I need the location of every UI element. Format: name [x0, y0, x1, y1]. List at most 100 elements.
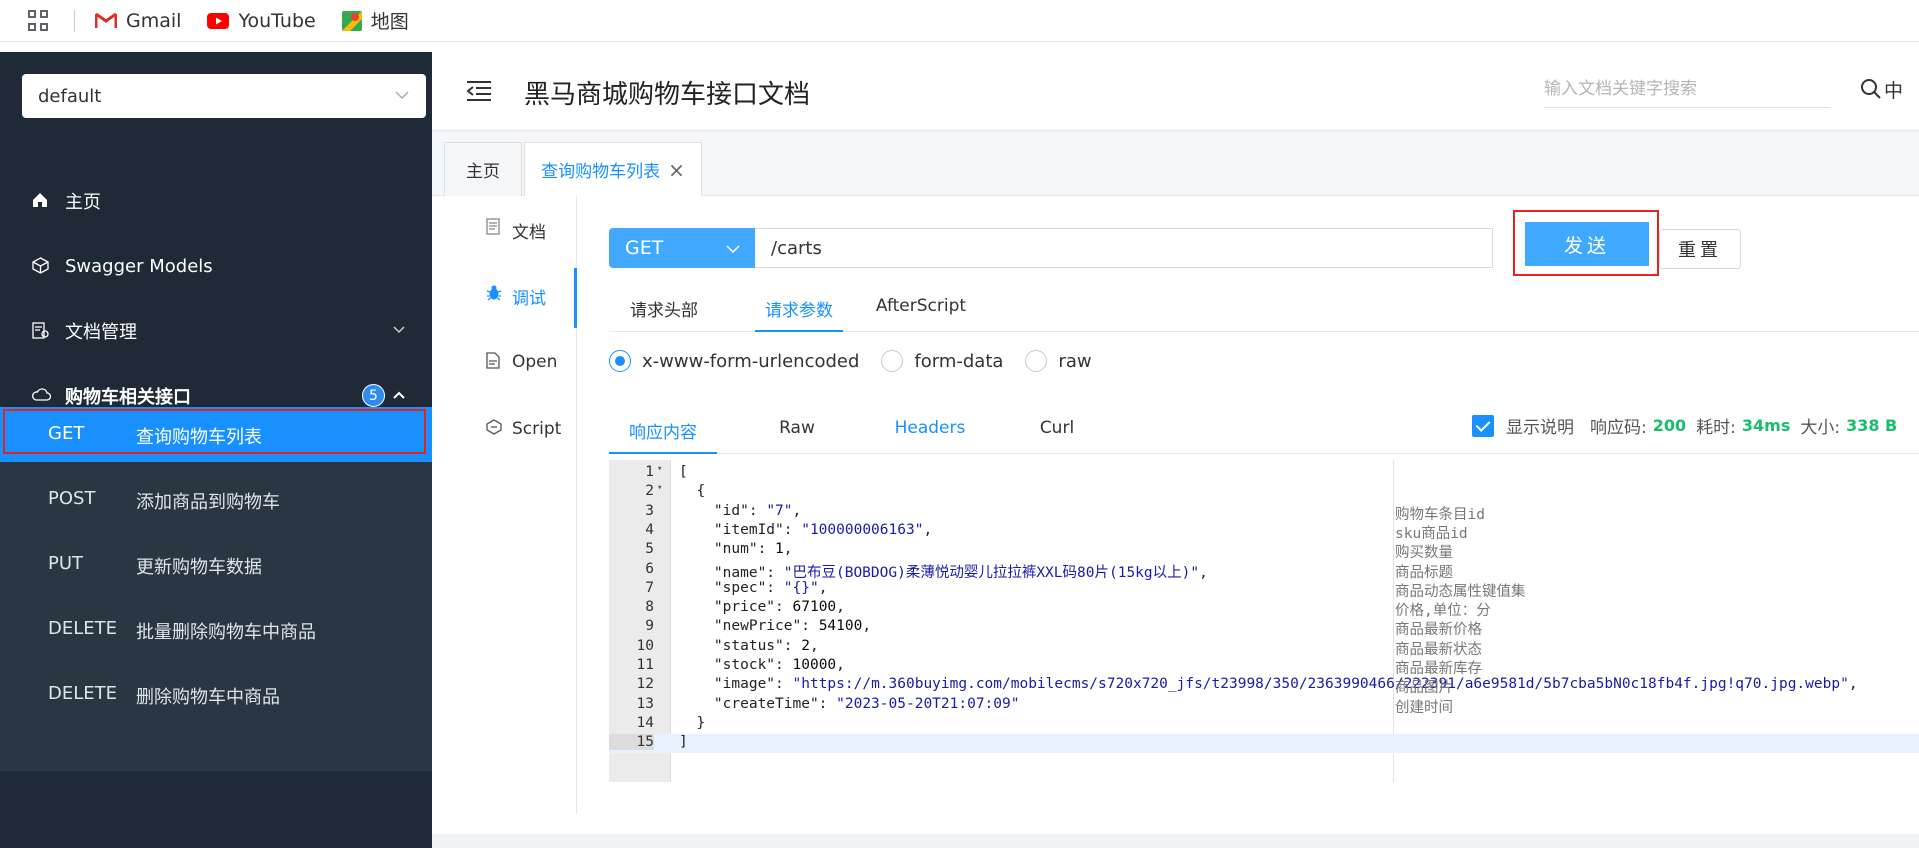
response-meta: 显示说明 响应码: 200 耗时: 34ms 大小: 338 B — [1472, 413, 1897, 438]
code-line: 10 "status": 2, — [609, 638, 1919, 657]
endpoint-item[interactable]: DELETE 删除购物车中商品 — [0, 667, 432, 722]
vnav-label: 调试 — [512, 289, 546, 309]
tab-request-headers[interactable]: 请求头部 — [609, 296, 719, 332]
tab-afterscript[interactable]: AfterScript — [867, 296, 975, 332]
content-type-radios: x-www-form-urlencoded form-data raw — [609, 346, 1114, 376]
apps-grid-icon[interactable] — [28, 9, 50, 32]
radio-label: form-data — [914, 350, 1004, 372]
send-button[interactable]: 发送 — [1525, 222, 1649, 266]
vnav-script[interactable]: Script — [432, 403, 577, 463]
endpoint-method: DELETE — [48, 618, 118, 639]
url-value: /carts — [771, 237, 822, 259]
search-input[interactable] — [1544, 72, 1824, 106]
menu-item-doc-manage[interactable]: 文档管理 — [0, 303, 432, 359]
menu-item-label: 文档管理 — [65, 322, 137, 343]
bookmarks-bar: Gmail YouTube 地图 — [0, 0, 1919, 42]
radio-circle — [881, 350, 904, 372]
tab-home[interactable]: 主页 — [444, 142, 522, 196]
chevron-up-icon — [393, 391, 405, 399]
tab-response-curl[interactable]: Curl — [1017, 418, 1097, 454]
bookmark-gmail[interactable]: Gmail — [95, 10, 181, 32]
code-line: 3 "id": "7", — [609, 503, 1919, 522]
code-line: 7 "spec": "{}", — [609, 580, 1919, 599]
radio-circle — [609, 350, 631, 372]
endpoint-name: 删除购物车中商品 — [136, 687, 280, 708]
field-description: 购买数量 — [1395, 545, 1453, 562]
bookmark-maps[interactable]: 地图 — [341, 7, 409, 34]
line-number: 1 — [645, 464, 654, 480]
code-line: 5 "num": 1, — [609, 541, 1919, 560]
vnav-doc[interactable]: 文档 — [432, 202, 577, 262]
code-icon — [486, 419, 502, 435]
bookmark-youtube[interactable]: YouTube — [207, 10, 316, 32]
endpoint-item[interactable]: PUT 更新购物车数据 — [0, 537, 432, 592]
fold-toggle-icon[interactable]: ▾ — [657, 464, 662, 474]
radio-form-data[interactable]: form-data — [881, 350, 1003, 372]
count-badge: 5 — [362, 384, 385, 407]
search-icon[interactable] — [1860, 78, 1882, 100]
endpoint-item[interactable]: POST 添加商品到购物车 — [0, 472, 432, 527]
code-text: ] — [679, 734, 688, 751]
code-text: "stock": 10000, — [679, 657, 845, 673]
code-text: "status": 2, — [679, 637, 819, 654]
tab-response-content[interactable]: 响应内容 — [609, 418, 717, 454]
url-input[interactable]: /carts — [755, 228, 1493, 268]
status-label: 响应码: — [1590, 418, 1647, 438]
line-number: 3 — [645, 502, 654, 519]
endpoint-list: GET 查询购物车列表 POST 添加商品到购物车 PUT 更新购物车数据 DE… — [0, 407, 432, 771]
line-number: 15 — [609, 734, 654, 751]
home-icon — [33, 193, 47, 207]
chevron-down-icon — [393, 326, 405, 334]
response-size: 338 B — [1846, 416, 1898, 435]
sidebar: default 主页 Swagger Models 文档管理 购物车相关接口 5… — [0, 52, 432, 848]
vnav-debug[interactable]: 调试 — [432, 268, 577, 328]
code-text: [ — [679, 464, 688, 480]
field-description: 商品最新状态 — [1395, 641, 1482, 658]
method-value: GET — [625, 237, 664, 259]
endpoint-name: 查询购物车列表 — [136, 427, 262, 448]
response-editor[interactable]: 1 ▾[2 ▾ {3 "id": "7", 购物车条目id 4 "itemId": "1… — [609, 460, 1919, 782]
youtube-icon — [207, 12, 230, 29]
tab-response-raw[interactable]: Raw — [757, 418, 837, 454]
line-number: 7 — [645, 579, 654, 596]
radio-label: raw — [1058, 350, 1092, 372]
endpoint-item[interactable]: DELETE 批量删除购物车中商品 — [0, 602, 432, 657]
line-number: 9 — [645, 618, 654, 635]
language-switch[interactable]: 中 — [1884, 76, 1903, 103]
field-description: 价格,单位：分 — [1395, 603, 1491, 620]
vnav-label: 文档 — [512, 223, 546, 243]
field-description: 商品最新价格 — [1395, 622, 1482, 639]
tab-request-params[interactable]: 请求参数 — [755, 296, 843, 332]
close-icon[interactable]: × — [668, 158, 685, 182]
method-select[interactable]: GET — [609, 228, 755, 268]
radio-raw[interactable]: raw — [1025, 350, 1092, 372]
radio-urlencoded[interactable]: x-www-form-urlencoded — [609, 350, 859, 372]
vnav-open[interactable]: Open — [432, 336, 577, 396]
show-desc-checkbox[interactable] — [1472, 414, 1494, 437]
tab-response-headers[interactable]: Headers — [875, 418, 985, 454]
code-line: 6 "name": "巴布豆(BOBDOG)柔薄悦动婴儿拉拉裤XXL码80片(1… — [609, 560, 1919, 581]
menu-item-swagger-models[interactable]: Swagger Models — [0, 238, 432, 294]
tab-query-cart-list[interactable]: 查询购物车列表 × — [524, 142, 702, 196]
group-select[interactable]: default — [22, 74, 426, 118]
line-number: 6 — [645, 560, 654, 577]
endpoint-name: 添加商品到购物车 — [136, 492, 280, 513]
line-number: 14 — [636, 714, 654, 731]
field-description: sku商品id — [1395, 525, 1468, 542]
menu-fold-icon[interactable] — [466, 80, 492, 102]
line-number: 4 — [645, 521, 654, 538]
reset-button[interactable]: 重置 — [1659, 229, 1741, 269]
group-select-value: default — [38, 85, 102, 107]
code-text: } — [679, 714, 706, 731]
gmail-icon — [95, 12, 117, 28]
status-code: 200 — [1652, 416, 1687, 435]
maps-icon — [341, 10, 362, 31]
endpoint-method: DELETE — [48, 683, 118, 704]
tab-label: 主页 — [466, 162, 500, 182]
code-line: 15] — [609, 734, 1919, 754]
endpoint-item[interactable]: GET 查询购物车列表 — [0, 407, 432, 462]
menu-item-label: 主页 — [65, 192, 101, 213]
code-line: 1 ▾ [ — [609, 464, 1919, 483]
fold-toggle-icon[interactable]: ▾ — [657, 483, 662, 493]
menu-item-home[interactable]: 主页 — [0, 173, 432, 229]
